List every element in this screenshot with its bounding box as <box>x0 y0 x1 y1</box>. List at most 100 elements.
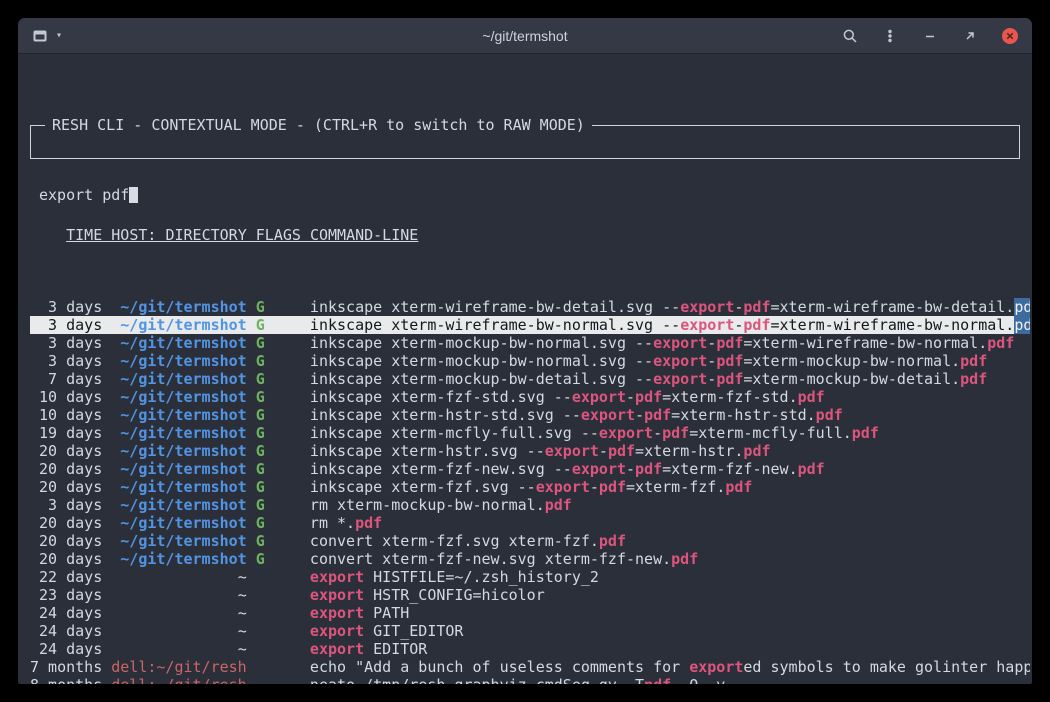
history-row[interactable]: 24 days ~ export PATH <box>30 604 1030 622</box>
row-host-dir: ~/git/termshot <box>102 478 246 496</box>
row-host-dir: ~/git/termshot <box>102 352 246 370</box>
row-flags: G <box>247 532 310 550</box>
history-row[interactable]: 7 months dell:~/git/resh echo "Add a bun… <box>30 658 1030 676</box>
row-time: 24 days <box>30 604 102 622</box>
row-host-dir: ~/git/termshot <box>102 334 246 352</box>
row-host-dir: ~/git/termshot <box>102 370 246 388</box>
history-row[interactable]: 24 days ~ export EDITOR <box>30 640 1030 658</box>
row-command: rm xterm-mockup-bw-normal.pdf <box>310 496 1030 514</box>
row-flags: G <box>247 388 310 406</box>
row-time: 3 days <box>30 316 102 334</box>
row-time: 8 months <box>30 676 102 684</box>
history-row[interactable]: 20 days ~/git/termshot G convert xterm-f… <box>30 532 1030 550</box>
row-flags: G <box>247 424 310 442</box>
history-row[interactable]: 3 days ~/git/termshot G inkscape xterm-m… <box>30 352 1030 370</box>
row-command: inkscape xterm-mockup-bw-normal.svg --ex… <box>310 334 1030 352</box>
row-command: inkscape xterm-hstr.svg --export-pdf=xte… <box>310 442 1030 460</box>
close-button[interactable] <box>1002 28 1018 44</box>
minimize-button[interactable] <box>922 28 938 44</box>
row-flags <box>247 568 310 586</box>
chevron-down-icon: ▾ <box>56 31 62 41</box>
search-box[interactable]: RESH CLI - CONTEXTUAL MODE - (CTRL+R to … <box>30 125 1020 159</box>
row-flags: G <box>247 298 310 316</box>
row-host-dir: dell:~/git/resh <box>102 676 246 684</box>
menu-button[interactable] <box>882 28 898 44</box>
row-time: 20 days <box>30 460 102 478</box>
history-row[interactable]: 20 days ~/git/termshot G inkscape xterm-… <box>30 460 1030 478</box>
row-command: neato /tmp/resh-graphviz-cmdSeq.gv -Tpdf… <box>310 676 1030 684</box>
terminal-window: ▾ ~/git/termshot <box>18 18 1032 684</box>
row-time: 24 days <box>30 622 102 640</box>
row-host-dir: ~ <box>102 604 246 622</box>
row-flags: G <box>247 460 310 478</box>
row-time: 24 days <box>30 640 102 658</box>
row-command: inkscape xterm-mockup-bw-normal.svg --ex… <box>310 352 1030 370</box>
history-row[interactable]: 8 months dell:~/git/resh neato /tmp/resh… <box>30 676 1030 684</box>
search-input[interactable]: export pdf <box>31 180 1019 210</box>
row-flags: G <box>247 316 310 334</box>
row-flags: G <box>247 496 310 514</box>
row-flags: G <box>247 370 310 388</box>
row-command: inkscape xterm-mockup-bw-detail.svg --ex… <box>310 370 1030 388</box>
history-row[interactable]: 19 days ~/git/termshot G inkscape xterm-… <box>30 424 1030 442</box>
row-flags: G <box>247 514 310 532</box>
search-button[interactable] <box>842 28 858 44</box>
row-flags: G <box>247 406 310 424</box>
search-icon <box>842 28 858 44</box>
row-time: 20 days <box>30 550 102 568</box>
row-host-dir: ~/git/termshot <box>102 388 246 406</box>
history-row[interactable]: 3 days ~/git/termshot G inkscape xterm-w… <box>30 316 1030 334</box>
history-row[interactable]: 10 days ~/git/termshot G inkscape xterm-… <box>30 406 1030 424</box>
history-row[interactable]: 7 days ~/git/termshot G inkscape xterm-m… <box>30 370 1030 388</box>
row-time: 7 months <box>30 658 102 676</box>
row-host-dir: dell:~/git/resh <box>102 658 246 676</box>
text-cursor <box>129 187 138 203</box>
row-flags: G <box>247 550 310 568</box>
row-host-dir: ~ <box>102 622 246 640</box>
row-time: 19 days <box>30 424 102 442</box>
row-command: inkscape xterm-fzf-new.svg --export-pdf=… <box>310 460 1030 478</box>
row-host-dir: ~ <box>102 586 246 604</box>
history-row[interactable]: 3 days ~/git/termshot G inkscape xterm-m… <box>30 334 1030 352</box>
row-host-dir: ~/git/termshot <box>102 442 246 460</box>
history-row[interactable]: 20 days ~/git/termshot G inkscape xterm-… <box>30 442 1030 460</box>
restore-button[interactable] <box>962 28 978 44</box>
history-row[interactable]: 20 days ~/git/termshot G rm *.pdf <box>30 514 1030 532</box>
history-row[interactable]: 20 days ~/git/termshot G inkscape xterm-… <box>30 478 1030 496</box>
window-title: ~/git/termshot <box>482 28 567 44</box>
row-command: inkscape xterm-wireframe-bw-detail.svg -… <box>310 298 1030 316</box>
row-time: 20 days <box>30 532 102 550</box>
row-host-dir: ~ <box>102 568 246 586</box>
new-tab-dropdown-button[interactable]: ▾ <box>56 31 62 41</box>
row-flags: G <box>247 478 310 496</box>
row-host-dir: ~ <box>102 640 246 658</box>
history-row[interactable]: 22 days ~ export HISTFILE=~/.zsh_history… <box>30 568 1030 586</box>
row-host-dir: ~/git/termshot <box>102 298 246 316</box>
row-flags <box>247 604 310 622</box>
row-flags <box>247 586 310 604</box>
search-query-text: export pdf <box>39 186 129 204</box>
history-row[interactable]: 3 days ~/git/termshot G rm xterm-mockup-… <box>30 496 1030 514</box>
history-row[interactable]: 23 days ~ export HSTR_CONFIG=hicolor <box>30 586 1030 604</box>
minimize-icon <box>922 28 938 44</box>
row-command: inkscape xterm-fzf-std.svg --export-pdf=… <box>310 388 1030 406</box>
row-host-dir: ~/git/termshot <box>102 496 246 514</box>
row-host-dir: ~/git/termshot <box>102 316 246 334</box>
new-tab-icon <box>32 28 50 44</box>
row-flags: G <box>247 334 310 352</box>
history-row[interactable]: 10 days ~/git/termshot G inkscape xterm-… <box>30 388 1030 406</box>
row-command: convert xterm-fzf-new.svg xterm-fzf-new.… <box>310 550 1030 568</box>
titlebar-left: ▾ <box>32 28 482 44</box>
new-tab-button[interactable] <box>32 28 50 44</box>
row-command: inkscape xterm-mcfly-full.svg --export-p… <box>310 424 1030 442</box>
history-row[interactable]: 24 days ~ export GIT_EDITOR <box>30 622 1030 640</box>
kebab-menu-icon <box>882 28 898 44</box>
history-row[interactable]: 20 days ~/git/termshot G convert xterm-f… <box>30 550 1030 568</box>
history-row[interactable]: 3 days ~/git/termshot G inkscape xterm-w… <box>30 298 1030 316</box>
search-box-title: RESH CLI - CONTEXTUAL MODE - (CTRL+R to … <box>45 116 592 134</box>
row-time: 20 days <box>30 478 102 496</box>
terminal-content: RESH CLI - CONTEXTUAL MODE - (CTRL+R to … <box>18 54 1032 684</box>
row-time: 20 days <box>30 442 102 460</box>
titlebar[interactable]: ▾ ~/git/termshot <box>18 18 1032 54</box>
row-host-dir: ~/git/termshot <box>102 532 246 550</box>
